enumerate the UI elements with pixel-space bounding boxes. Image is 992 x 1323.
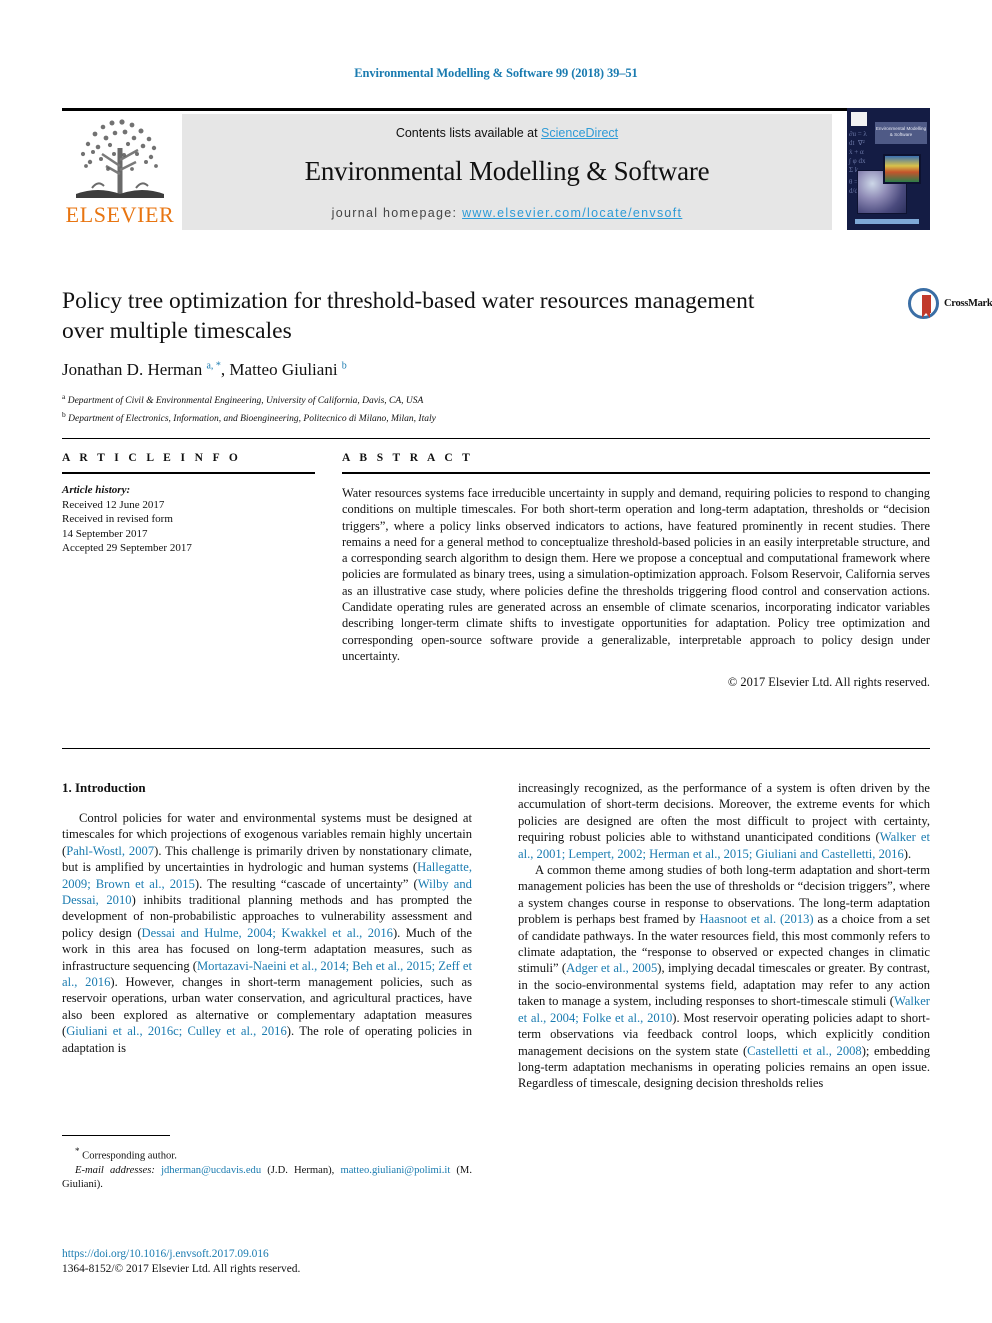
author-giuliani-affil-marker: b (341, 360, 347, 372)
intro-paragraph-1-continued: increasingly recognized, as the performa… (518, 780, 930, 862)
affiliation-b-text: Department of Electronics, Information, … (68, 414, 436, 425)
email-link-herman[interactable]: jdherman@ucdavis.edu (161, 1165, 261, 1176)
contents-prefix: Contents lists available at (395, 126, 542, 140)
abstract-bottom-rule (62, 748, 930, 749)
page-title: Policy tree optimization for threshold-b… (62, 288, 755, 344)
article-accepted: Accepted 29 September 2017 (62, 542, 192, 554)
issn-copyright: 1364-8152/© 2017 Elsevier Ltd. All right… (62, 1263, 301, 1275)
doi-link[interactable]: https://doi.org/10.1016/j.envsoft.2017.0… (62, 1247, 472, 1262)
footnote-rule (62, 1135, 170, 1136)
affiliations: a Department of Civil & Environmental En… (62, 390, 930, 426)
abstract-copyright: © 2017 Elsevier Ltd. All rights reserved… (727, 675, 930, 690)
elsevier-tree-icon (76, 119, 164, 198)
citation-giuliani-culley[interactable]: Giuliani et al., 2016c; Culley et al., 2… (66, 1024, 287, 1038)
crossmark-label: CrossMark (944, 298, 992, 309)
author-list: Jonathan D. Herman a, *, Matteo Giuliani… (62, 360, 930, 380)
article-history: Article history: Received 12 June 2017 R… (62, 483, 315, 556)
footnote-corresponding-text: Corresponding author. (82, 1150, 177, 1162)
crossmark-ribbon-icon (922, 295, 931, 318)
cover-terrain-image (883, 154, 921, 184)
article-received: Received 12 June 2017 (62, 498, 165, 511)
title-block: Policy tree optimization for threshold-b… (62, 286, 992, 426)
homepage-prefix: journal homepage: (331, 206, 463, 220)
author-separator: , Matteo Giuliani (220, 360, 342, 379)
article-info-heading: A R T I C L E I N F O (62, 452, 242, 464)
author-herman-affil-marker: a, * (206, 360, 221, 372)
masthead-top-rule (62, 108, 930, 111)
abstract-underline (342, 472, 930, 474)
journal-title: Environmental Modelling & Software (304, 156, 710, 186)
intro-right-text-b: ). (903, 846, 912, 861)
email-link-giuliani[interactable]: matteo.giuliani@polimi.it (340, 1165, 450, 1176)
intro-paragraph-1: Control policies for water and environme… (62, 810, 472, 1056)
affiliation-a-text: Department of Civil & Environmental Engi… (67, 396, 424, 407)
article-info-underline (62, 472, 315, 474)
journal-homepage-link[interactable]: www.elsevier.com/locate/envsoft (462, 206, 682, 220)
abstract-section: A B S T R A C T Water resources systems … (342, 452, 930, 690)
title-bottom-rule (62, 438, 930, 439)
affiliation-a: a Department of Civil & Environmental En… (62, 390, 930, 408)
paper-page: Environmental Modelling & Software 99 (2… (0, 0, 992, 1323)
intro-right-text-a: increasingly recognized, as the performa… (518, 781, 930, 845)
footnotes-block: * Corresponding author. E-mail addresses… (62, 1135, 472, 1192)
cover-elsevier-mark (851, 112, 867, 126)
citation-pahl-wostl-2007[interactable]: Pahl-Wostl, 2007 (66, 844, 154, 858)
sciencedirect-link[interactable]: ScienceDirect (541, 126, 618, 140)
footnote-emails: E-mail addresses: jdherman@ucdavis.edu (… (62, 1164, 472, 1192)
abstract-text: Water resources systems face irreducible… (342, 486, 930, 663)
crossmark-badge[interactable]: CrossMark (908, 288, 992, 322)
article-history-label: Article history: (62, 484, 131, 496)
cover-bottom-bar (855, 219, 919, 224)
doi-block: https://doi.org/10.1016/j.envsoft.2017.0… (62, 1247, 472, 1277)
journal-masthead: ELSEVIER Contents lists available at Sci… (62, 108, 930, 230)
footnote-asterisk-icon: * (75, 1146, 80, 1156)
running-head: Environmental Modelling & Software 99 (2… (354, 66, 638, 80)
journal-cover-thumbnail: Environmental Modelling & Software ∂u = … (847, 108, 930, 230)
abstract-heading: A B S T R A C T (342, 452, 474, 464)
intro-text-c: ). The resulting “cascade of uncertainty… (194, 876, 418, 891)
footnote-email-label: E-mail addresses: (75, 1164, 155, 1176)
citation-haasnoot-2013[interactable]: Haasnoot et al. (2013) (699, 912, 813, 926)
body-column-right: increasingly recognized, as the performa… (518, 780, 930, 1092)
affiliation-b: b Department of Electronics, Information… (62, 408, 930, 426)
author-herman: Jonathan D. Herman (62, 360, 207, 379)
body-column-left: 1. Introduction Control policies for wat… (62, 780, 472, 1056)
elsevier-logo: ELSEVIER (62, 114, 178, 230)
citation-adger-2005[interactable]: Adger et al., 2005 (566, 961, 657, 975)
section-heading-introduction: 1. Introduction (62, 780, 146, 795)
journal-homepage-line: journal homepage: www.elsevier.com/locat… (182, 206, 832, 220)
affiliation-b-marker: b (62, 410, 66, 420)
citation-castelletti-2008[interactable]: Castelletti et al., 2008 (747, 1044, 862, 1058)
intro-paragraph-2: A common theme among studies of both lon… (518, 862, 930, 1092)
affiliation-a-marker: a (62, 392, 66, 401)
article-info-section: A R T I C L E I N F O Article history: R… (62, 452, 315, 556)
crossmark-icon (908, 288, 939, 319)
footnote-corresponding-author: * Corresponding author. (62, 1144, 472, 1164)
contents-line: Contents lists available at ScienceDirec… (182, 126, 832, 140)
journal-band: Contents lists available at ScienceDirec… (182, 114, 832, 230)
email-owner-herman: (J.D. Herman), (261, 1164, 341, 1176)
article-revised-label: Received in revised form (62, 513, 173, 525)
citation-dessai-kwakkel[interactable]: Dessai and Hulme, 2004; Kwakkel et al., … (142, 926, 393, 940)
elsevier-wordmark: ELSEVIER (65, 202, 175, 227)
article-revised-date: 14 September 2017 (62, 527, 148, 540)
